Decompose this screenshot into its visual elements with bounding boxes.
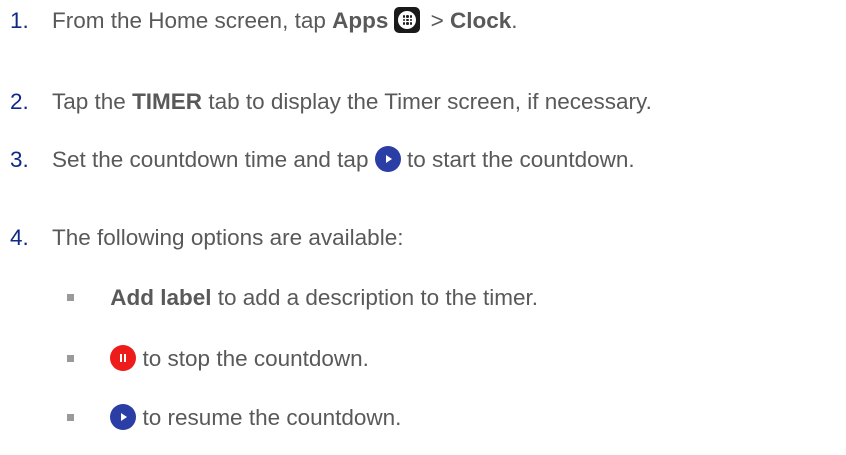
step-text: to start the countdown.: [400, 147, 635, 172]
step-number: 4.: [10, 225, 29, 250]
apps-grid-icon: [394, 7, 421, 34]
option-resume: to resume the countdown.: [67, 404, 401, 432]
option-add-label: Add label to add a description to the ti…: [67, 284, 538, 312]
step-text: From the Home screen, tap: [52, 8, 333, 33]
bullet-icon: [67, 293, 74, 301]
play-icon: [110, 404, 137, 431]
step-text: Tap the: [52, 89, 133, 114]
step-number: 2.: [10, 89, 29, 114]
step-text: tab to display the Timer screen, if nece…: [202, 89, 652, 114]
option-text: to resume the countdown.: [142, 405, 402, 430]
option-text: to add a description to the timer.: [211, 285, 538, 310]
pause-icon: [110, 345, 137, 372]
add-label-text: Add label: [110, 285, 212, 310]
step-2: 2. Tap the TIMER tab to display the Timer…: [10, 88, 652, 116]
apps-label: Apps: [332, 8, 389, 33]
option-stop: to stop the countdown.: [67, 345, 369, 373]
step-3: 3. Set the countdown time and tap to star…: [10, 146, 635, 174]
step-text: >: [424, 8, 451, 33]
bullet-icon: [67, 413, 74, 421]
step-text: The following options are available:: [52, 225, 404, 250]
play-icon: [374, 146, 401, 173]
bullet-icon: [67, 354, 74, 362]
clock-label: Clock: [450, 8, 512, 33]
timer-tab-label: TIMER: [132, 89, 203, 114]
step-4: 4. The following options are available:: [10, 224, 403, 252]
step-text: .: [511, 8, 518, 33]
step-number: 3.: [10, 147, 29, 172]
step-1: 1. From the Home screen, tap Apps > Clock…: [10, 7, 518, 35]
step-number: 1.: [10, 8, 29, 33]
option-text: to stop the countdown.: [142, 346, 369, 371]
step-text: Set the countdown time and tap: [52, 147, 375, 172]
